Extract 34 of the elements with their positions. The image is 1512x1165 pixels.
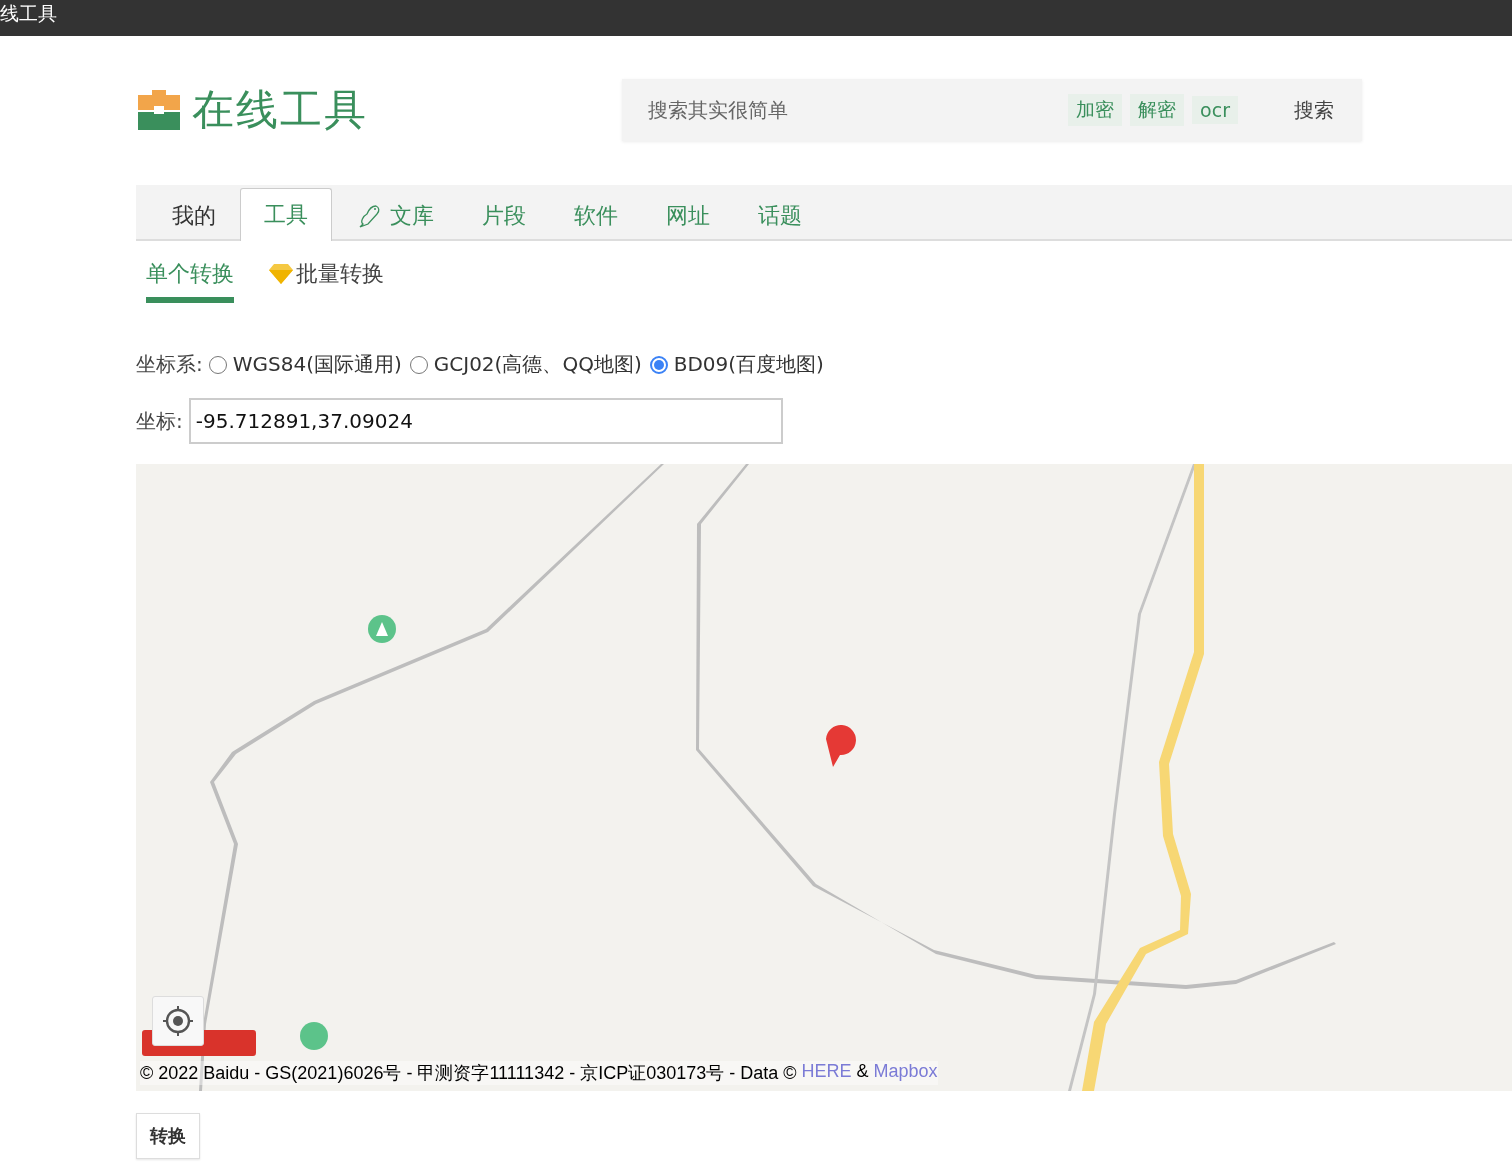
map-attribution: © 2022 Baidu - GS(2021)6026号 - 甲测资字11111342 - 京ICP证030173号 - Data ©: [140, 1062, 797, 1085]
radio-label[interactable]: GCJ02(高德、QQ地图): [433, 351, 642, 378]
search-tag[interactable]: ocr: [1192, 96, 1238, 124]
nav-tab[interactable]: 片段: [458, 190, 550, 241]
coordinate-field[interactable]: -95.712891,37.09024: [188, 398, 783, 444]
radio-label[interactable]: BD09(百度地图): [673, 351, 824, 378]
nav-tab[interactable]: 我的: [148, 190, 240, 241]
attribution-link[interactable]: HERE: [801, 1061, 852, 1085]
radio-button[interactable]: [649, 355, 668, 374]
site-logo-text: 在线工具: [192, 84, 368, 136]
window-title: 线工具: [0, 1, 57, 26]
search-button[interactable]: 搜索: [1286, 92, 1342, 128]
search-tag[interactable]: 加密: [1068, 94, 1123, 126]
toolbox-icon: [138, 90, 180, 130]
locate-button[interactable]: [152, 996, 204, 1046]
radio-button[interactable]: [409, 355, 428, 374]
attribution-separator: &: [856, 1061, 869, 1083]
nav-tab[interactable]: 文库: [332, 190, 458, 241]
diamond-icon: [268, 262, 294, 286]
nav-tab[interactable]: 软件: [550, 190, 642, 241]
attribution-link[interactable]: Mapbox: [873, 1061, 938, 1085]
crosshair-icon: [163, 1006, 193, 1036]
radio-button[interactable]: [208, 355, 227, 374]
field-label: 坐标系:: [136, 351, 203, 378]
nav-tab[interactable]: 工具: [240, 188, 332, 241]
nav-tab[interactable]: 话题: [734, 190, 826, 241]
nav-tab[interactable]: 网址: [642, 190, 734, 241]
search-tag[interactable]: 解密: [1130, 94, 1185, 126]
search-field[interactable]: 搜索其实很简单: [622, 79, 1069, 141]
sub-tab[interactable]: 单个转换: [146, 251, 234, 303]
radio-label[interactable]: WGS84(国际通用): [232, 351, 402, 378]
field-label: 坐标:: [136, 407, 183, 435]
sub-tab[interactable]: 批量转换: [268, 251, 384, 303]
convert-button[interactable]: 转换: [136, 1113, 200, 1159]
